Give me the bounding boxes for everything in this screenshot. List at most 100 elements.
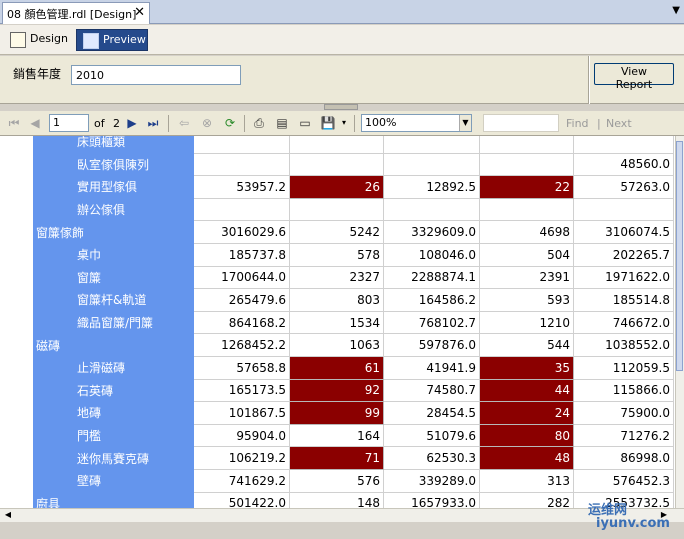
subcategory-label: 壁磚: [33, 468, 194, 493]
table-row: 迷你馬賽克磚 106219.2 71 62530.3 48 86998.0: [33, 446, 674, 470]
table-cell: 768102.7: [383, 310, 480, 335]
stop-icon[interactable]: ⊗: [199, 115, 215, 131]
table-row: 窗簾 1700644.0 2327 2288874.1 2391 1971622.0: [33, 265, 674, 290]
table-cell: 61: [289, 355, 384, 380]
table-row: 臥室傢俱陳列 48560.0: [33, 152, 674, 177]
table-cell: 1971622.0: [573, 265, 674, 290]
tab-menu-icon[interactable]: ▼: [672, 5, 680, 16]
find-separator: |: [597, 117, 601, 130]
table-row: 桌巾 185737.8 578 108046.0 504 202265.7: [33, 242, 674, 267]
previous-page-icon[interactable]: ◀: [27, 115, 43, 131]
toolbar-separator: [354, 115, 355, 132]
table-cell: 112059.5: [573, 355, 674, 380]
subcategory-label: 臥室傢俱陳列: [33, 152, 194, 177]
subcategory-label: 窗簾: [33, 265, 194, 290]
table-cell: 22: [479, 175, 574, 199]
collapse-parameters-handle[interactable]: [324, 104, 358, 110]
table-cell: 35: [479, 355, 574, 380]
table-cell: 185514.8: [573, 288, 674, 312]
table-cell: [573, 136, 674, 154]
subcategory-label: 迷你馬賽克磚: [33, 446, 194, 470]
last-page-icon[interactable]: ⏭: [145, 115, 161, 131]
report-canvas: 床頭櫃類 臥室傢俱陳列 48560.0 實用型傢俱 53957.2 26 12892.5 22…: [0, 136, 675, 508]
table-cell: 544: [479, 333, 574, 357]
preview-tab[interactable]: Preview: [76, 29, 148, 51]
window-bottom-edge: [0, 522, 684, 539]
scroll-left-icon[interactable]: ◀: [2, 510, 14, 521]
table-cell: [383, 152, 480, 177]
table-cell: 12892.5: [383, 175, 480, 199]
table-cell: [193, 152, 290, 177]
first-page-icon[interactable]: ⏮: [6, 115, 22, 131]
table-cell: 1063: [289, 333, 384, 357]
table-cell: 597876.0: [383, 333, 480, 357]
table-cell: 44: [479, 378, 574, 403]
design-tab[interactable]: Design: [4, 29, 70, 51]
table-cell: [479, 152, 574, 177]
table-cell: 3016029.6: [193, 220, 290, 244]
document-tab-title: 08 顏色管理.rdl [Design]: [7, 8, 137, 21]
find-link[interactable]: Find: [566, 117, 589, 130]
vertical-scroll-thumb[interactable]: [676, 141, 683, 371]
table-cell: 164586.2: [383, 288, 480, 312]
table-cell: 1534: [289, 310, 384, 335]
sales-year-label: 銷售年度: [13, 67, 62, 81]
table-cell: [479, 136, 574, 154]
table-cell: 48: [479, 446, 574, 470]
table-cell: 75900.0: [573, 401, 674, 425]
close-icon[interactable]: ✕: [134, 5, 145, 20]
table-row: 壁磚 741629.2 576 339289.0 313 576452.3: [33, 468, 674, 493]
document-tab[interactable]: 08 顏色管理.rdl [Design] ✕: [2, 2, 150, 24]
table-cell: [383, 197, 480, 222]
preview-icon: [83, 33, 99, 49]
table-cell: 864168.2: [193, 310, 290, 335]
table-cell: 106219.2: [193, 446, 290, 470]
table-cell: 108046.0: [383, 242, 480, 267]
table-cell: 86998.0: [573, 446, 674, 470]
category-label: 廚具: [33, 491, 194, 508]
table-row: 門檻 95904.0 164 51079.6 80 71276.2: [33, 423, 674, 448]
subcategory-label: 石英磚: [33, 378, 194, 403]
print-icon[interactable]: ⎙: [251, 115, 267, 131]
table-cell: [193, 197, 290, 222]
table-cell: 202265.7: [573, 242, 674, 267]
subcategory-label: 床頭櫃類: [33, 136, 194, 154]
export-icon[interactable]: 💾: [320, 115, 336, 131]
table-cell: 71276.2: [573, 423, 674, 448]
zoom-select[interactable]: 100%: [361, 114, 472, 132]
chevron-down-icon[interactable]: ▼: [459, 115, 471, 131]
table-cell: 48560.0: [573, 152, 674, 177]
table-cell: 282: [479, 491, 574, 508]
page-setup-icon[interactable]: ▭: [297, 115, 313, 131]
view-report-button[interactable]: View Report: [594, 63, 674, 91]
subcategory-label: 止滑磁磚: [33, 355, 194, 380]
table-cell: 101867.5: [193, 401, 290, 425]
table-cell: 2391: [479, 265, 574, 290]
table-cell: 3329609.0: [383, 220, 480, 244]
table-cell: 741629.2: [193, 468, 290, 493]
next-link[interactable]: Next: [606, 117, 632, 130]
find-input[interactable]: [483, 114, 559, 132]
sales-year-input[interactable]: [71, 65, 241, 85]
report-toolbar: ⏮ ◀ 1 of 2 ▶ ⏭ ⇦ ⊗ ⟳ ⎙ ▤ ▭ 💾 ▾ 100% ▼ Fi…: [0, 111, 684, 136]
table-cell: 2288874.1: [383, 265, 480, 290]
table-cell: 80: [479, 423, 574, 448]
back-icon[interactable]: ⇦: [176, 115, 192, 131]
print-layout-icon[interactable]: ▤: [274, 115, 290, 131]
export-dropdown-icon[interactable]: ▾: [336, 115, 352, 131]
page-number-input[interactable]: 1: [49, 114, 89, 132]
refresh-icon[interactable]: ⟳: [222, 115, 238, 131]
watermark-url: iyunv.com: [596, 516, 670, 531]
next-page-icon[interactable]: ▶: [124, 115, 140, 131]
table-row: 窗簾杆&軌道 265479.6 803 164586.2 593 185514.8: [33, 288, 674, 312]
table-cell: 1038552.0: [573, 333, 674, 357]
table-cell: 3106074.5: [573, 220, 674, 244]
subcategory-label: 辦公傢俱: [33, 197, 194, 222]
document-tab-strip: 08 顏色管理.rdl [Design] ✕ ▼: [0, 0, 684, 24]
table-cell: 501422.0: [193, 491, 290, 508]
parameter-panel: 銷售年度 View Report: [0, 56, 684, 104]
table-cell: 51079.6: [383, 423, 480, 448]
table-cell: 313: [479, 468, 574, 493]
horizontal-scrollbar[interactable]: [0, 508, 684, 522]
table-cell: 593: [479, 288, 574, 312]
